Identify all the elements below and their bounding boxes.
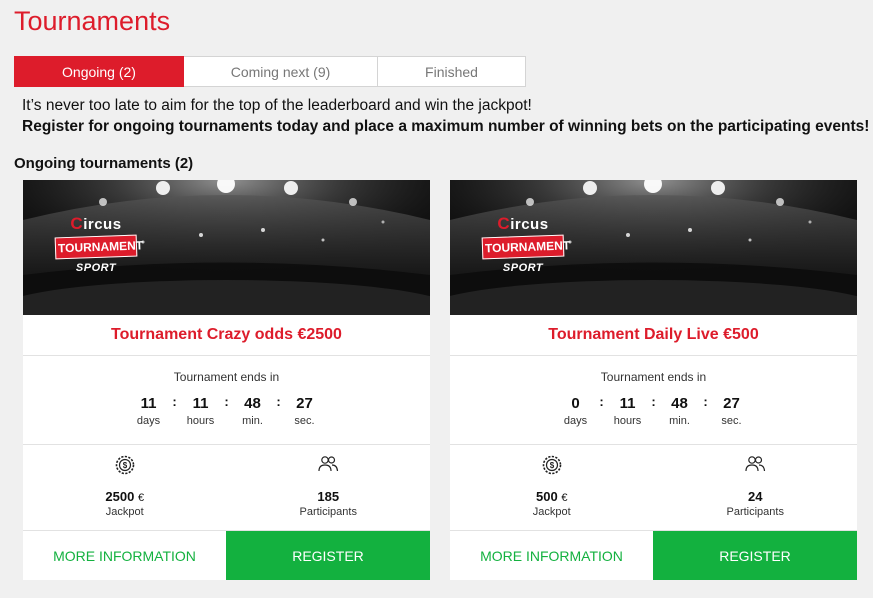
countdown-separator: :	[172, 394, 177, 409]
participants-stat: 24 Participants	[654, 445, 858, 530]
jackpot-stat: $ 500 € Jackpot	[450, 445, 654, 530]
sport-label: SPORT	[75, 262, 117, 274]
tournament-stats: $ 2500 € Jackpot 185 Participants	[23, 445, 430, 531]
participants-label: Participants	[726, 506, 784, 518]
countdown-separator: :	[599, 394, 604, 409]
tournament-card: Circus TOURNAMENT SPORT Tournament Crazy…	[23, 180, 430, 580]
countdown-separator: :	[224, 394, 229, 409]
tournament-name[interactable]: Tournament Daily Live €500	[450, 315, 857, 356]
brand-name: Circus	[497, 214, 549, 233]
tournament-badge: TOURNAMENT	[54, 234, 143, 260]
countdown-separator: :	[651, 394, 656, 409]
brand-name: Circus	[70, 214, 122, 233]
jackpot-label: Jackpot	[105, 506, 144, 518]
section-heading: Ongoing tournaments (2)	[14, 155, 194, 172]
card-actions: MORE INFORMATION REGISTER	[23, 531, 430, 580]
countdown-title: Tournament ends in	[173, 370, 280, 384]
more-information-button[interactable]: MORE INFORMATION	[450, 531, 653, 580]
tournament-name[interactable]: Tournament Crazy odds €2500	[23, 315, 430, 356]
jackpot-value: 2500 €	[105, 489, 145, 504]
jackpot-stat: $ 2500 € Jackpot	[23, 445, 227, 530]
countdown: Tournament ends in 11 days : 11 hours : …	[23, 356, 430, 445]
countdown-minutes: 48 min.	[669, 395, 690, 427]
countdown-hours: 11 hours	[613, 395, 642, 427]
register-button[interactable]: REGISTER	[226, 531, 430, 580]
register-button[interactable]: REGISTER	[653, 531, 857, 580]
svg-text:$: $	[123, 461, 128, 470]
more-information-button[interactable]: MORE INFORMATION	[23, 531, 226, 580]
countdown-minutes: 48 min.	[242, 395, 263, 427]
countdown-seconds: 27 sec.	[721, 395, 742, 427]
circus-tournament-logo: Circus TOURNAMENT SPORT	[481, 214, 570, 274]
sport-label: SPORT	[502, 262, 544, 274]
tab-finished[interactable]: Finished	[378, 56, 526, 87]
tab-coming-next[interactable]: Coming next (9)	[184, 56, 378, 87]
tournament-banner: Circus TOURNAMENT SPORT	[450, 180, 857, 315]
jackpot-coin-icon: $	[115, 455, 135, 480]
countdown-days: 0 days	[563, 395, 588, 427]
tab-ongoing[interactable]: Ongoing (2)	[14, 56, 184, 87]
page-title: Tournaments	[14, 6, 171, 36]
countdown-separator: :	[276, 394, 281, 409]
participants-icon	[744, 455, 766, 478]
participants-stat: 185 Participants	[227, 445, 431, 530]
participants-label: Participants	[299, 506, 357, 518]
tournament-badge: TOURNAMENT	[481, 234, 570, 260]
intro-text: It’s never too late to aim for the top o…	[22, 95, 869, 137]
jackpot-coin-icon: $	[542, 455, 562, 480]
participants-value: 185	[317, 489, 340, 504]
tournament-banner: Circus TOURNAMENT SPORT	[23, 180, 430, 315]
countdown-hours: 11 hours	[186, 395, 215, 427]
jackpot-label: Jackpot	[532, 506, 571, 518]
tournament-tabs: Ongoing (2) Coming next (9) Finished	[14, 56, 526, 87]
circus-tournament-logo: Circus TOURNAMENT SPORT	[54, 214, 143, 274]
svg-text:$: $	[550, 461, 555, 470]
intro-line: It’s never too late to aim for the top o…	[22, 97, 532, 114]
countdown: Tournament ends in 0 days : 11 hours : 4…	[450, 356, 857, 445]
countdown-separator: :	[703, 394, 708, 409]
tournament-stats: $ 500 € Jackpot 24 Participants	[450, 445, 857, 531]
card-actions: MORE INFORMATION REGISTER	[450, 531, 857, 580]
countdown-seconds: 27 sec.	[294, 395, 315, 427]
intro-line-bold: Register for ongoing tournaments today a…	[22, 118, 870, 135]
participants-value: 24	[748, 489, 763, 504]
participants-icon	[317, 455, 339, 478]
tournament-card: Circus TOURNAMENT SPORT Tournament Daily…	[450, 180, 857, 580]
countdown-days: 11 days	[136, 395, 161, 427]
jackpot-value: 500 €	[536, 489, 568, 504]
countdown-title: Tournament ends in	[600, 370, 707, 384]
